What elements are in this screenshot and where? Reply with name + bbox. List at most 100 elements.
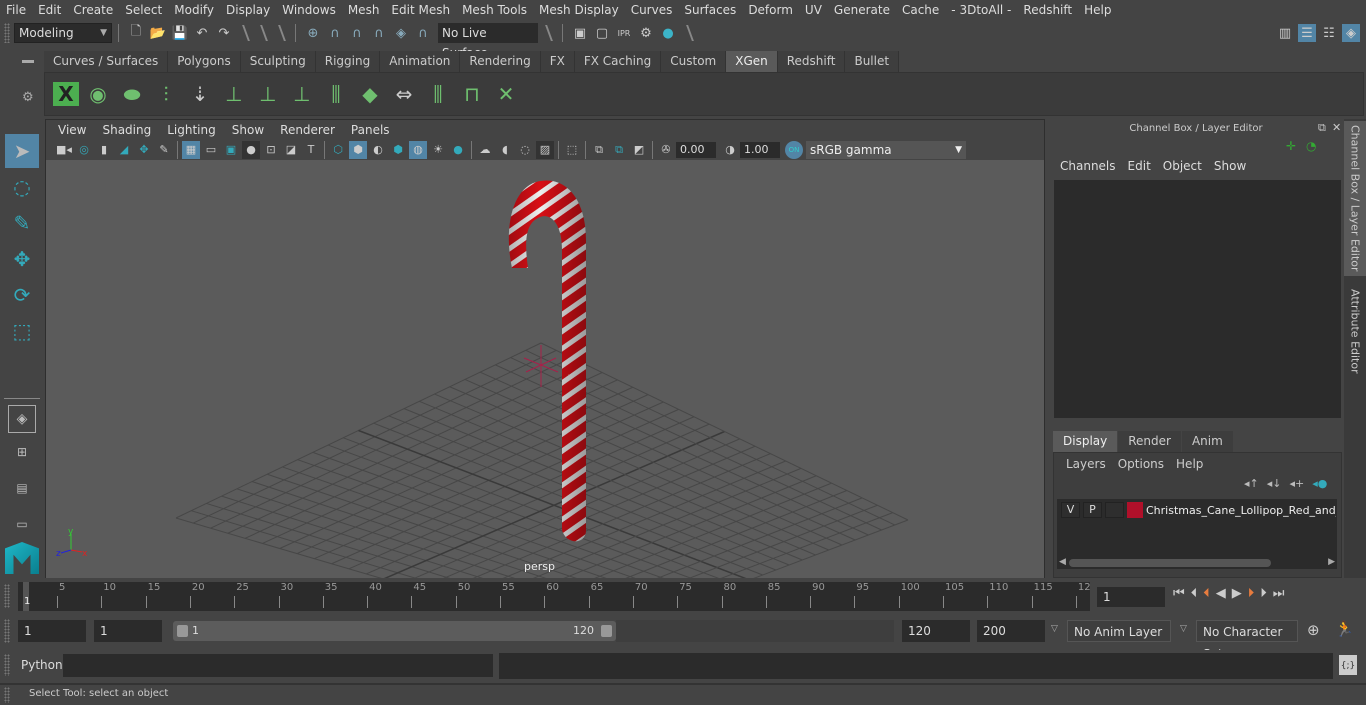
gamma-icon[interactable]: ◑ (721, 141, 739, 159)
add-guide-icon[interactable]: ⊥ (219, 79, 249, 109)
timeline-grip[interactable] (4, 584, 10, 608)
color-space-dropdown[interactable]: sRGB gamma ▼ (806, 140, 966, 159)
menu-generate[interactable]: Generate (828, 3, 896, 17)
shelf-tab-rendering[interactable]: Rendering (460, 51, 541, 72)
image-plane-icon[interactable]: ◢ (115, 141, 133, 159)
mode-selector[interactable]: Modeling ▼ (14, 23, 112, 43)
go-to-end-icon[interactable]: ⏭ (1273, 586, 1285, 601)
play-forwards-icon[interactable]: ▶ (1232, 586, 1242, 601)
cb-menu-channels[interactable]: Channels (1054, 159, 1122, 173)
snap-curve-icon[interactable]: ∩ (326, 24, 344, 42)
create-description-icon[interactable]: ⫶ (151, 79, 181, 109)
menu-curves[interactable]: Curves (625, 3, 679, 17)
shelf-menu-icon[interactable] (22, 60, 34, 63)
shelf-tab-curves-surfaces[interactable]: Curves / Surfaces (44, 51, 169, 72)
menu-mesh-tools[interactable]: Mesh Tools (456, 3, 533, 17)
anim-layer-dropdown[interactable]: No Anim Layer (1067, 620, 1171, 642)
visibility-toggle[interactable]: V (1061, 502, 1080, 518)
paint-select-icon[interactable]: ✎ (5, 206, 39, 240)
collapse-arrow[interactable] (682, 25, 694, 41)
gate-mask-icon[interactable]: ● (242, 140, 260, 159)
exposure-icon[interactable]: ✇ (657, 141, 675, 159)
menu-edit-mesh[interactable]: Edit Mesh (385, 3, 456, 17)
shadows-icon[interactable]: ● (449, 141, 467, 159)
resolution-gate-icon[interactable]: ▣ (222, 141, 240, 159)
collapse-arrow[interactable] (541, 25, 553, 41)
menu-help[interactable]: Help (1078, 3, 1117, 17)
anti-aliasing-icon[interactable]: ◌ (516, 141, 534, 159)
tab-render[interactable]: Render (1118, 431, 1181, 452)
playback-start-field[interactable]: 1 (94, 620, 162, 642)
layer-name[interactable]: Christmas_Cane_Lollipop_Red_and_G (1146, 504, 1336, 517)
script-language-toggle[interactable]: Python (21, 658, 63, 672)
vp-menu-panels[interactable]: Panels (343, 123, 398, 137)
drag-grip[interactable] (4, 23, 10, 43)
shelf-tab-sculpting[interactable]: Sculpting (240, 51, 316, 72)
xray-components-icon[interactable]: ◩ (630, 141, 648, 159)
hypershade-icon[interactable]: ● (659, 24, 677, 42)
color-management-toggle-icon[interactable]: ON (785, 140, 803, 159)
auto-key-icon[interactable]: ⊕ (1307, 621, 1320, 639)
viewport-canvas[interactable]: y x z persp (46, 160, 1044, 578)
menu-mesh-display[interactable]: Mesh Display (533, 3, 625, 17)
channel-speed-icon[interactable]: ◔ (1306, 139, 1316, 153)
delete-groom-icon[interactable]: ✕ (491, 79, 521, 109)
le-menu-layers[interactable]: Layers (1060, 457, 1112, 471)
patch-icon[interactable]: ◆ (355, 79, 385, 109)
current-frame-field[interactable]: 1 (1097, 587, 1165, 607)
side-tab-channel-box[interactable]: Channel Box / Layer Editor (1344, 121, 1366, 276)
field-chart-icon[interactable]: ⊡ (262, 141, 280, 159)
scale-tool-icon[interactable]: ⬚ (5, 314, 39, 348)
scrollbar-thumb[interactable] (1069, 559, 1271, 567)
help-grip[interactable] (4, 687, 10, 703)
layer-row[interactable]: V P Christmas_Cane_Lollipop_Red_and_G (1057, 499, 1337, 519)
save-scene-icon[interactable]: 💾 (171, 24, 189, 42)
scroll-right-icon[interactable]: ▶ (1328, 557, 1335, 567)
render-frame-icon[interactable]: ▢ (593, 24, 611, 42)
menu-modify[interactable]: Modify (168, 3, 220, 17)
flip-guides-icon[interactable]: ⇔ (389, 79, 419, 109)
motion-blur-icon[interactable]: ◖ (496, 141, 514, 159)
live-surface-field[interactable]: No Live Surface (438, 23, 538, 60)
guide-length-icon[interactable]: ⫼ (321, 79, 351, 109)
collapse-arrow[interactable] (256, 25, 268, 41)
horizontal-scrollbar[interactable]: ◀ ▶ (1057, 557, 1337, 569)
vp-menu-lighting[interactable]: Lighting (159, 123, 224, 137)
menu-deform[interactable]: Deform (742, 3, 799, 17)
ipr-render-icon[interactable]: IPR (615, 24, 633, 42)
undo-icon[interactable]: ↶ (193, 24, 211, 42)
shelf-tab-redshift[interactable]: Redshift (777, 51, 846, 72)
bookmark-icon[interactable]: ▮ (95, 141, 113, 159)
render-view-icon[interactable]: ▣ (571, 24, 589, 42)
gear-icon[interactable]: ⚙ (22, 90, 34, 105)
new-empty-layer-icon[interactable]: ◂+ (1290, 477, 1305, 490)
new-scene-icon[interactable]: 🗋 (127, 24, 145, 42)
xgen-editor-icon[interactable]: X (53, 82, 79, 106)
shelf-tab-fx-caching[interactable]: FX Caching (574, 51, 662, 72)
chevron-down-icon[interactable]: ▽ (1180, 624, 1187, 634)
playback-end-field[interactable]: 120 (902, 620, 970, 642)
float-panel-icon[interactable]: ⧉ (1318, 121, 1326, 135)
wireframe-on-shaded-icon[interactable]: ⬢ (389, 141, 407, 159)
collapse-arrow[interactable] (274, 25, 286, 41)
vp-menu-shading[interactable]: Shading (94, 123, 159, 137)
shelf-tab-rigging[interactable]: Rigging (315, 51, 381, 72)
step-forward-frame-icon[interactable]: ⏵ (1260, 586, 1267, 601)
animation-start-field[interactable]: 1 (18, 620, 86, 642)
menu-cache[interactable]: Cache (896, 3, 945, 17)
single-pane-layout-icon[interactable]: ◈ (8, 405, 36, 433)
textured-icon[interactable]: ◍ (409, 140, 427, 159)
vp-menu-view[interactable]: View (50, 123, 94, 137)
menu-select[interactable]: Select (119, 3, 168, 17)
wireframe-icon[interactable]: ⬡ (329, 141, 347, 159)
channel-box-icon[interactable]: ◈ (1342, 24, 1360, 42)
make-live-icon[interactable]: ∩ (414, 24, 432, 42)
command-input[interactable] (63, 654, 493, 677)
script-editor-icon[interactable]: {;} (1339, 655, 1357, 675)
camera-attributes-icon[interactable]: ◎ (75, 141, 93, 159)
shelf-tab-bullet[interactable]: Bullet (845, 51, 900, 72)
gamma-field[interactable]: 1.00 (740, 141, 780, 158)
playback-toggle[interactable]: P (1083, 502, 1102, 518)
xgen-preview-icon[interactable]: ◉ (83, 79, 113, 109)
range-grip[interactable] (4, 619, 10, 643)
